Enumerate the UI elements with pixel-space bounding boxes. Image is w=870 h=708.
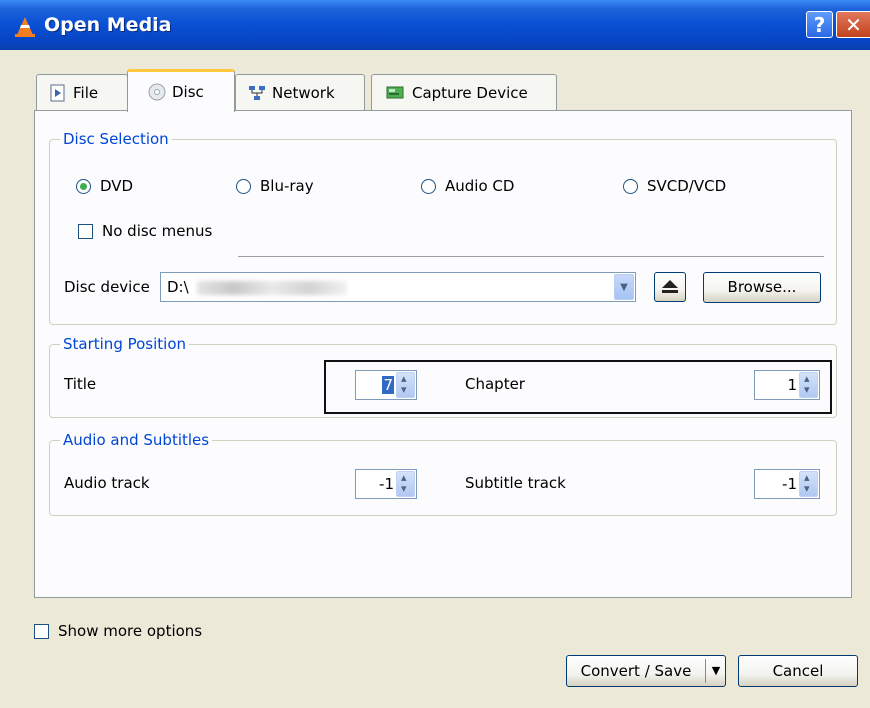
separator bbox=[238, 256, 824, 257]
title-spinbox[interactable]: 7 bbox=[355, 370, 417, 400]
radio-bluray[interactable]: Blu-ray bbox=[236, 177, 314, 195]
radio-svcd-vcd-label: SVCD/VCD bbox=[647, 177, 727, 195]
radio-dvd-circle[interactable] bbox=[76, 178, 91, 194]
no-disc-menus-label: No disc menus bbox=[102, 222, 213, 240]
subtitle-track-value: -1 bbox=[782, 475, 797, 493]
tab-capture-device[interactable]: Capture Device bbox=[371, 74, 557, 110]
audio-subtitles-group: Audio and Subtitles Audio track -1 Subti… bbox=[49, 431, 837, 516]
title-value: 7 bbox=[382, 376, 394, 394]
subtitle-spin-arrows[interactable] bbox=[799, 471, 818, 497]
title-bar[interactable]: Open Media ? ✕ bbox=[0, 0, 870, 50]
network-icon bbox=[249, 85, 265, 100]
radio-dvd[interactable]: DVD bbox=[76, 177, 133, 195]
redacted-device-name bbox=[197, 281, 347, 295]
disc-device-label: Disc device bbox=[64, 278, 150, 296]
vlc-cone-icon bbox=[15, 17, 35, 37]
radio-bluray-label: Blu-ray bbox=[260, 177, 314, 195]
split-divider bbox=[705, 659, 706, 683]
tab-network[interactable]: Network bbox=[235, 74, 365, 110]
radio-svcd-vcd-circle[interactable] bbox=[623, 178, 638, 194]
chapter-spinbox[interactable]: 1 bbox=[754, 370, 820, 400]
eject-button[interactable] bbox=[654, 272, 686, 302]
convert-save-label: Convert / Save bbox=[580, 662, 692, 680]
disc-selection-group: Disc Selection DVD Blu-ray Audio CD SVCD… bbox=[49, 130, 837, 325]
help-button[interactable]: ? bbox=[806, 11, 833, 38]
disc-device-value: D:\ bbox=[167, 278, 189, 296]
browse-button[interactable]: Browse... bbox=[703, 272, 821, 303]
radio-bluray-circle[interactable] bbox=[236, 178, 251, 194]
radio-dvd-label: DVD bbox=[100, 177, 134, 195]
chapter-spin-arrows[interactable] bbox=[799, 372, 818, 398]
show-more-options-checkbox[interactable]: Show more options bbox=[34, 622, 202, 640]
close-button[interactable]: ✕ bbox=[836, 11, 870, 38]
radio-svcd-vcd[interactable]: SVCD/VCD bbox=[623, 177, 726, 195]
tab-capture-device-label: Capture Device bbox=[412, 83, 528, 102]
no-disc-menus-checkbox[interactable]: No disc menus bbox=[78, 222, 212, 240]
title-spin-arrows[interactable] bbox=[396, 372, 415, 398]
chevron-down-icon[interactable]: ▼ bbox=[614, 274, 634, 300]
tab-disc[interactable]: Disc bbox=[127, 69, 235, 112]
subtitle-track-spinbox[interactable]: -1 bbox=[754, 469, 820, 499]
audio-track-spinbox[interactable]: -1 bbox=[355, 469, 417, 499]
tab-network-label: Network bbox=[272, 83, 335, 102]
disc-icon bbox=[148, 83, 166, 101]
radio-audio-cd-label: Audio CD bbox=[445, 177, 515, 195]
audio-subtitles-legend: Audio and Subtitles bbox=[60, 431, 213, 449]
radio-audio-cd-circle[interactable] bbox=[421, 178, 436, 194]
audio-track-value: -1 bbox=[379, 475, 394, 493]
file-play-icon bbox=[50, 84, 65, 101]
chapter-value: 1 bbox=[787, 376, 797, 394]
dropdown-arrow-icon[interactable]: ▼ bbox=[707, 656, 725, 686]
disc-device-combo[interactable]: D:\ ▼ bbox=[160, 272, 636, 302]
tab-file[interactable]: File bbox=[36, 74, 128, 110]
show-more-options-box[interactable] bbox=[34, 623, 49, 639]
starting-position-group: Starting Position Title 7 Chapter 1 bbox=[49, 335, 837, 418]
disc-selection-legend: Disc Selection bbox=[60, 130, 172, 148]
convert-save-button[interactable]: Convert / Save ▼ bbox=[566, 655, 726, 687]
audio-spin-arrows[interactable] bbox=[396, 471, 415, 497]
window-title: Open Media bbox=[44, 14, 172, 36]
starting-position-legend: Starting Position bbox=[60, 335, 190, 353]
tab-file-label: File bbox=[73, 83, 99, 102]
tab-panel-disc: Disc Selection DVD Blu-ray Audio CD SVCD… bbox=[34, 110, 852, 598]
title-label: Title bbox=[64, 375, 97, 393]
radio-audio-cd[interactable]: Audio CD bbox=[421, 177, 514, 195]
eject-icon bbox=[662, 280, 678, 293]
cancel-button[interactable]: Cancel bbox=[738, 655, 858, 687]
chapter-label: Chapter bbox=[465, 375, 525, 393]
no-disc-menus-box[interactable] bbox=[78, 223, 93, 239]
show-more-options-label: Show more options bbox=[58, 622, 203, 640]
audio-track-label: Audio track bbox=[64, 474, 150, 492]
subtitle-track-label: Subtitle track bbox=[465, 474, 566, 492]
tab-disc-label: Disc bbox=[172, 83, 204, 101]
capture-card-icon bbox=[386, 86, 404, 98]
